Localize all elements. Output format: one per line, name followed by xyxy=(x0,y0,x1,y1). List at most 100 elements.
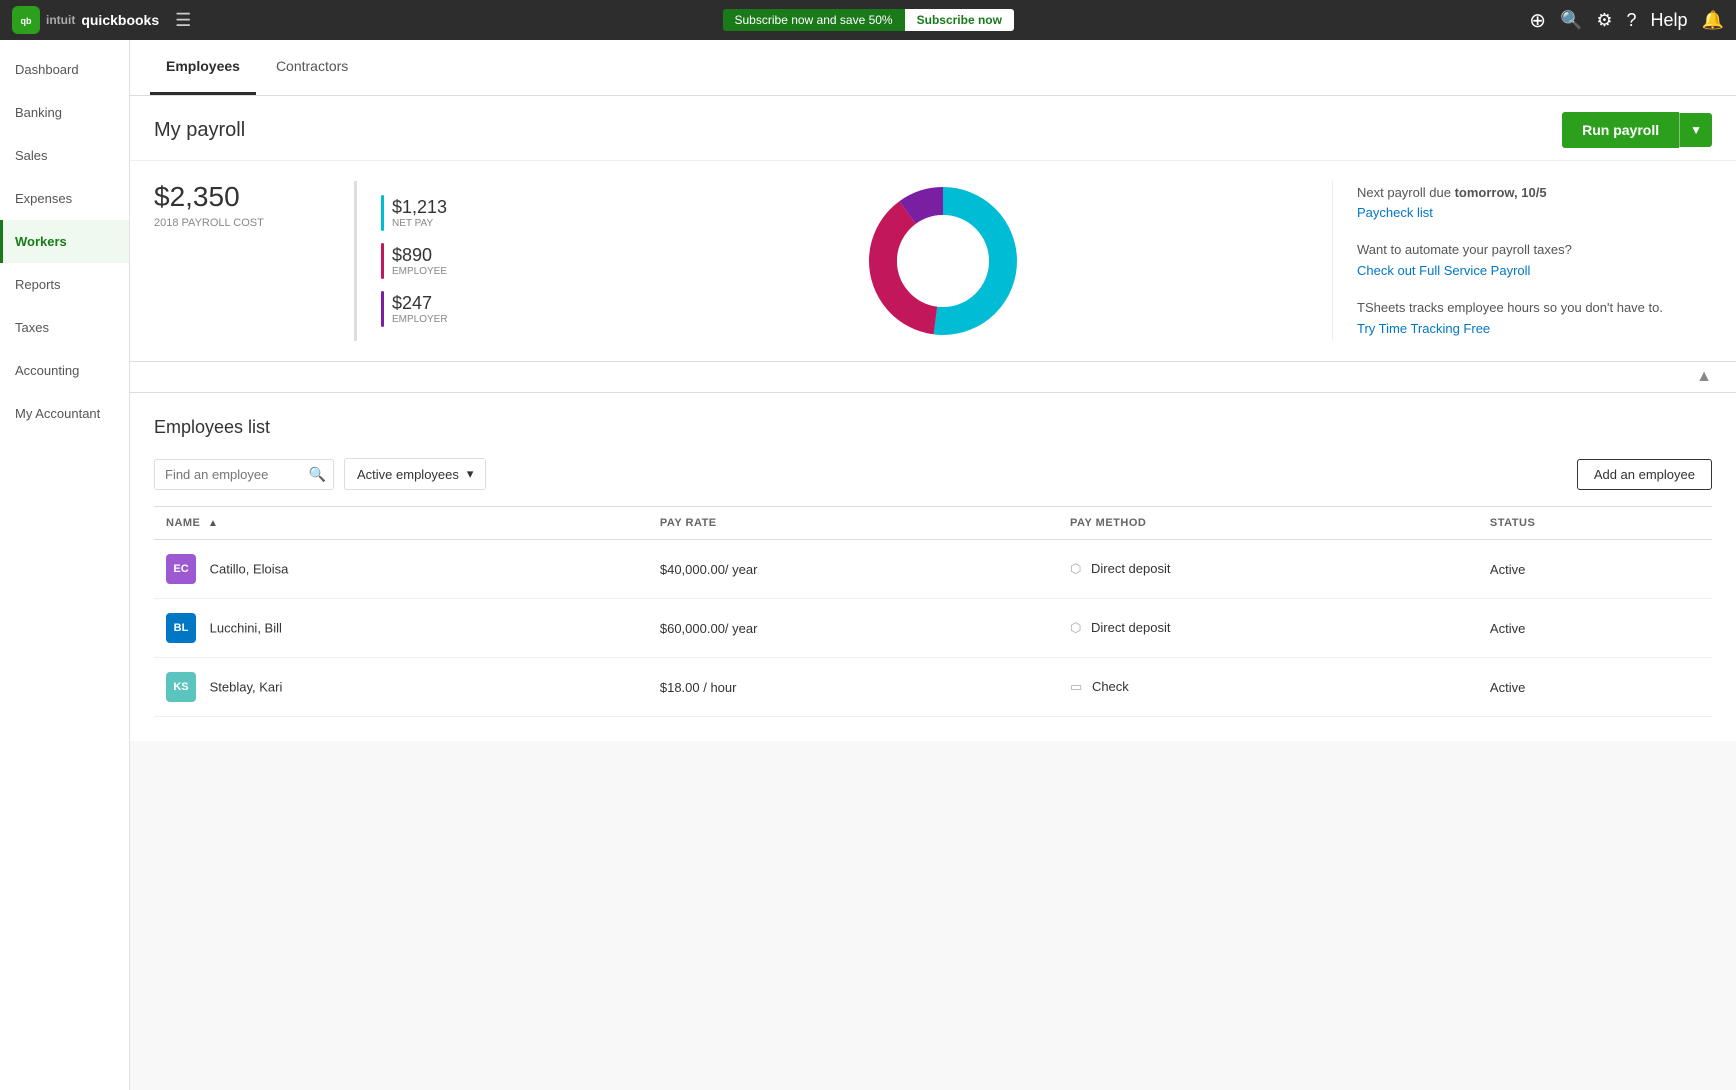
search-icon[interactable]: 🔍 xyxy=(1560,10,1582,31)
next-payroll-text: Next payroll due xyxy=(1357,185,1451,200)
employee-search-input[interactable] xyxy=(154,459,334,490)
pay-method-cell: ⬡ Direct deposit xyxy=(1058,599,1478,658)
status-cell: Active xyxy=(1478,599,1712,658)
net-pay-label: NET PAY xyxy=(392,218,447,229)
run-payroll-group: Run payroll ▼ xyxy=(1562,112,1712,160)
sidebar-item-my-accountant[interactable]: My Accountant xyxy=(0,392,129,435)
donut-chart-section xyxy=(554,181,1332,341)
help-icon[interactable]: ? xyxy=(1627,10,1637,31)
employee-bar xyxy=(381,243,384,279)
filter-left: 🔍 Active employees ▾ xyxy=(154,458,486,490)
notifications-icon[interactable]: 🔔 xyxy=(1702,10,1724,31)
automate-taxes-info: Want to automate your payroll taxes? Che… xyxy=(1357,240,1712,282)
settings-icon[interactable]: ⚙ xyxy=(1596,10,1612,31)
run-payroll-button[interactable]: Run payroll xyxy=(1562,112,1679,148)
search-wrap: 🔍 xyxy=(154,459,334,490)
run-payroll-dropdown[interactable]: ▼ xyxy=(1679,113,1712,147)
search-icon: 🔍 xyxy=(309,466,326,483)
avatar-bl: BL xyxy=(166,613,196,643)
employees-list-title: Employees list xyxy=(154,417,1712,438)
table-row[interactable]: KS Steblay, Kari $18.00 / hour ▭ Check A… xyxy=(154,658,1712,717)
employee-name-cell: BL Lucchini, Bill xyxy=(154,599,648,658)
payroll-breakdown: $1,213 NET PAY $890 EMPLOYEE $247 EMPL xyxy=(354,181,554,341)
app-layout: Dashboard Banking Sales Expenses Workers… xyxy=(0,40,1736,1090)
help-label[interactable]: Help xyxy=(1651,10,1688,31)
app-logo[interactable]: qb intuit quickbooks xyxy=(12,6,159,34)
pay-rate-cell: $40,000.00/ year xyxy=(648,540,1058,599)
employer-amount: $247 xyxy=(392,293,448,314)
employee-name: Lucchini, Bill xyxy=(210,621,282,636)
col-pay-rate: PAY RATE xyxy=(648,507,1058,540)
logo-icon: qb xyxy=(12,6,40,34)
add-employee-button[interactable]: Add an employee xyxy=(1577,459,1712,490)
active-filter-label: Active employees xyxy=(357,467,459,482)
payroll-cost-section: $2,350 2018 PAYROLL COST xyxy=(154,181,354,341)
pay-method-icon-deposit: ⬡ xyxy=(1070,620,1081,635)
filter-dropdown-icon: ▾ xyxy=(467,466,474,482)
employee-name-cell: EC Catillo, Eloisa xyxy=(154,540,648,599)
collapse-payroll-button[interactable]: ▲ xyxy=(130,362,1736,393)
breakdown-employer: $247 EMPLOYER xyxy=(381,291,554,327)
next-payroll-info: Next payroll due tomorrow, 10/5 Paycheck… xyxy=(1357,183,1712,225)
next-payroll-bold: tomorrow, 10/5 xyxy=(1455,185,1547,200)
full-service-link[interactable]: Check out Full Service Payroll xyxy=(1357,261,1712,282)
pay-rate-cell: $60,000.00/ year xyxy=(648,599,1058,658)
sidebar-item-accounting[interactable]: Accounting xyxy=(0,349,129,392)
table-row[interactable]: EC Catillo, Eloisa $40,000.00/ year ⬡ Di… xyxy=(154,540,1712,599)
svg-text:qb: qb xyxy=(21,16,32,26)
logo-text: intuit xyxy=(46,13,75,27)
main-content: Employees Contractors My payroll Run pay… xyxy=(130,40,1736,1090)
sidebar-item-reports[interactable]: Reports xyxy=(0,263,129,306)
add-icon[interactable]: ⊕ xyxy=(1529,8,1546,33)
table-row[interactable]: BL Lucchini, Bill $60,000.00/ year ⬡ Dir… xyxy=(154,599,1712,658)
employee-amount: $890 xyxy=(392,245,447,266)
automate-text: Want to automate your payroll taxes? xyxy=(1357,242,1572,257)
menu-icon[interactable]: ☰ xyxy=(175,10,191,31)
topbar-actions: ⊕ 🔍 ⚙ ? Help 🔔 xyxy=(1529,8,1724,33)
tsheets-text: TSheets tracks employee hours so you don… xyxy=(1357,300,1663,315)
sidebar-item-workers[interactable]: Workers xyxy=(0,220,129,263)
avatar-ks: KS xyxy=(166,672,196,702)
breakdown-employee: $890 EMPLOYEE xyxy=(381,243,554,279)
time-tracking-link[interactable]: Try Time Tracking Free xyxy=(1357,319,1712,340)
net-pay-amount: $1,213 xyxy=(392,197,447,218)
active-employees-filter[interactable]: Active employees ▾ xyxy=(344,458,486,490)
payroll-cost-amount: $2,350 xyxy=(154,181,330,213)
col-status: STATUS xyxy=(1478,507,1712,540)
paycheck-list-link[interactable]: Paycheck list xyxy=(1357,203,1712,224)
sidebar-item-dashboard[interactable]: Dashboard xyxy=(0,48,129,91)
employer-label: EMPLOYER xyxy=(392,314,448,325)
sidebar-item-banking[interactable]: Banking xyxy=(0,91,129,134)
payroll-title: My payroll xyxy=(154,119,245,154)
logo-brand: quickbooks xyxy=(81,12,159,28)
tab-contractors[interactable]: Contractors xyxy=(260,40,364,95)
tsheets-info: TSheets tracks employee hours so you don… xyxy=(1357,298,1712,340)
col-name[interactable]: NAME ▲ xyxy=(154,507,648,540)
pay-method-cell: ⬡ Direct deposit xyxy=(1058,540,1478,599)
subscribe-banner-area: Subscribe now and save 50% Subscribe now xyxy=(207,9,1529,31)
col-pay-method: PAY METHOD xyxy=(1058,507,1478,540)
employee-name: Catillo, Eloisa xyxy=(210,562,289,577)
employee-name-cell: KS Steblay, Kari xyxy=(154,658,648,717)
sidebar-item-sales[interactable]: Sales xyxy=(0,134,129,177)
payroll-cost-label: 2018 PAYROLL COST xyxy=(154,217,330,229)
subscribe-button[interactable]: Subscribe now xyxy=(905,9,1014,31)
avatar-ec: EC xyxy=(166,554,196,584)
subscribe-text: Subscribe now and save 50% xyxy=(723,9,905,31)
employee-label: EMPLOYEE xyxy=(392,266,447,277)
sidebar: Dashboard Banking Sales Expenses Workers… xyxy=(0,40,130,1090)
sidebar-item-taxes[interactable]: Taxes xyxy=(0,306,129,349)
employee-name: Steblay, Kari xyxy=(210,680,283,695)
breakdown-net-pay: $1,213 NET PAY xyxy=(381,195,554,231)
tab-employees[interactable]: Employees xyxy=(150,40,256,95)
status-cell: Active xyxy=(1478,658,1712,717)
employer-bar xyxy=(381,291,384,327)
table-header-row: NAME ▲ PAY RATE PAY METHOD STATUS xyxy=(154,507,1712,540)
pay-method-icon-check: ▭ xyxy=(1070,679,1082,694)
sidebar-item-expenses[interactable]: Expenses xyxy=(0,177,129,220)
status-cell: Active xyxy=(1478,540,1712,599)
pay-method-cell: ▭ Check xyxy=(1058,658,1478,717)
employee-table: NAME ▲ PAY RATE PAY METHOD STATUS xyxy=(154,506,1712,717)
payroll-info-right: Next payroll due tomorrow, 10/5 Paycheck… xyxy=(1332,181,1712,341)
pay-rate-cell: $18.00 / hour xyxy=(648,658,1058,717)
